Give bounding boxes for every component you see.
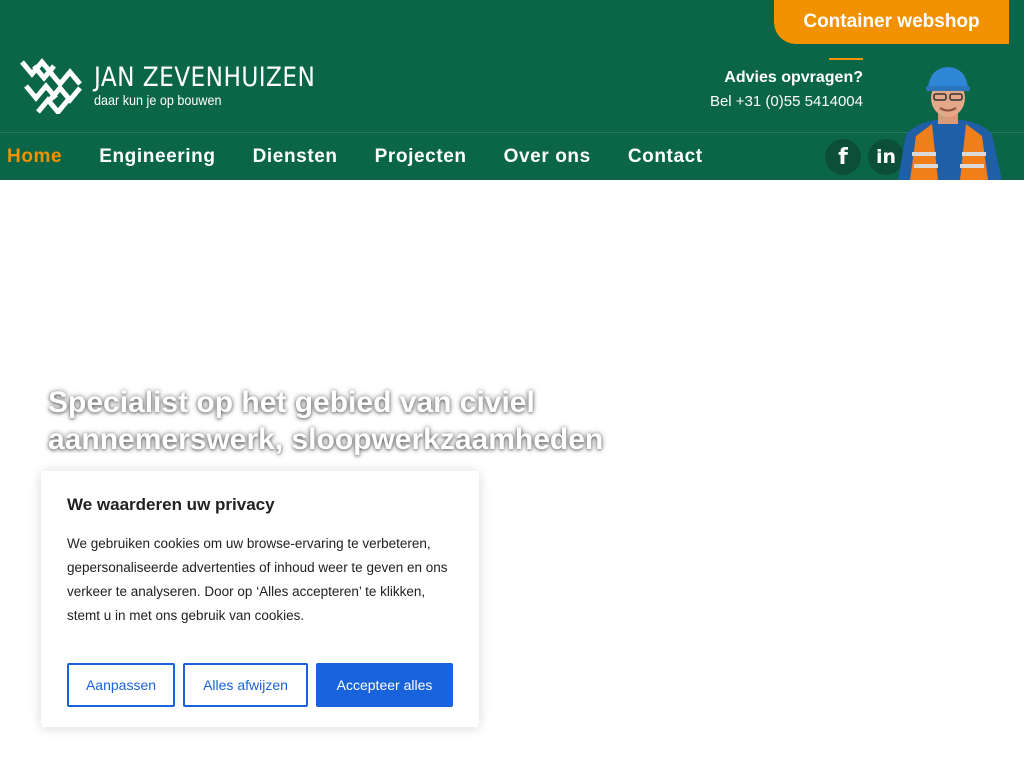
hero-title-line-2: aannemerswerk, sloopwerkzaamheden (48, 423, 604, 456)
nav-item-over-ons[interactable]: Over ons (504, 146, 591, 168)
container-webshop-button[interactable]: Container webshop (774, 0, 1009, 44)
nav-item-diensten[interactable]: Diensten (253, 146, 338, 168)
nav-item-home[interactable]: Home (7, 146, 62, 168)
cookie-accept-button[interactable]: Accepteer alles (316, 663, 453, 707)
nav-item-projecten[interactable]: Projecten (375, 146, 467, 168)
cookie-text: We gebruiken cookies om uw browse-ervari… (67, 536, 448, 623)
main-nav: Home Engineering Diensten Projecten Over… (0, 133, 733, 180)
cookie-consent-dialog: We waarderen uw privacy We gebruiken coo… (41, 471, 479, 727)
cookie-buttons: Aanpassen Alles afwijzen Accepteer alles (67, 663, 453, 707)
site-logo[interactable]: JAN ZEVENHUIZEN daar kun je op bouwen (20, 58, 351, 114)
advies-link[interactable]: Advies opvragen? (710, 69, 863, 87)
cookie-customize-button[interactable]: Aanpassen (67, 663, 175, 707)
hero-title-line-1: Specialist op het gebied van civiel (48, 386, 535, 419)
nav-item-engineering[interactable]: Engineering (99, 146, 215, 168)
phone-link[interactable]: Bel +31 (0)55 5414004 (710, 93, 863, 110)
nav-item-contact[interactable]: Contact (628, 146, 703, 168)
cookie-title: We waarderen uw privacy (67, 495, 275, 514)
logo-name: JAN ZEVENHUIZEN (94, 62, 316, 93)
hero-title: Specialist op het gebied van civiel aann… (48, 384, 668, 458)
logo-tagline: daar kun je op bouwen (94, 92, 222, 108)
worker-mascot-image (898, 67, 1002, 180)
contact-block: Advies opvragen? Bel +31 (0)55 5414004 (710, 58, 863, 110)
cookie-reject-button[interactable]: Alles afwijzen (183, 663, 308, 707)
facebook-icon[interactable]: f (825, 139, 861, 175)
contact-accent-line (829, 58, 863, 60)
logo-mark-icon (20, 58, 82, 114)
